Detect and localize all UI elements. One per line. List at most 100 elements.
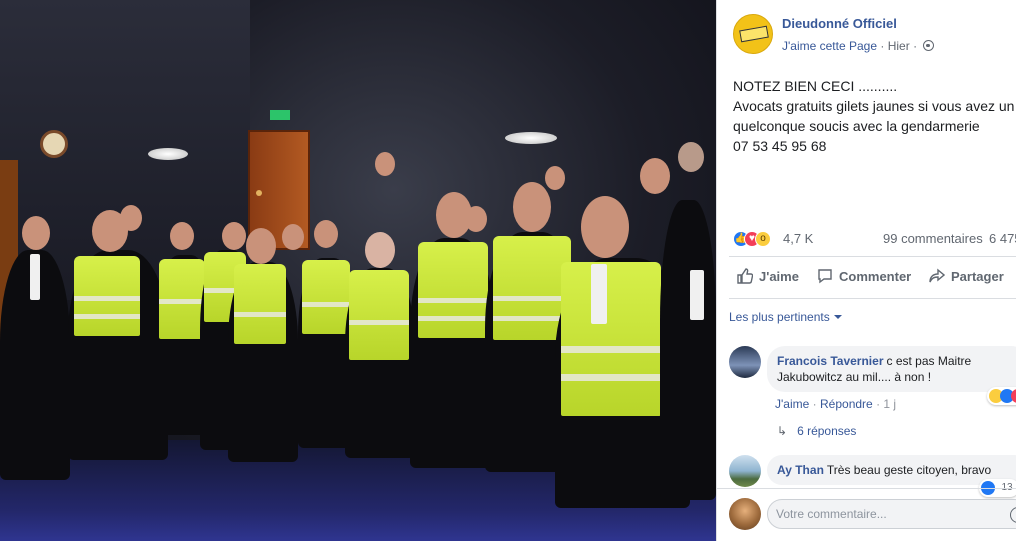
- emoji-icon[interactable]: [1010, 507, 1016, 523]
- photo-yellow-vest: [302, 260, 350, 334]
- photo-yellow-vest: [418, 242, 488, 338]
- page-avatar[interactable]: [733, 14, 773, 54]
- comment-bubble: Ay Than Très beau geste citoyen, bravo: [767, 455, 1016, 485]
- meta-separator: ·: [812, 397, 817, 411]
- comment-input-box[interactable]: [767, 499, 1016, 529]
- photo-lamp: [148, 148, 188, 160]
- photo-person: [410, 192, 495, 468]
- comment-icon: [818, 269, 832, 284]
- comment-input[interactable]: [776, 507, 956, 521]
- photo-vest-stripe: [74, 296, 140, 301]
- photo-person-head: [314, 220, 338, 248]
- reply-arrow-icon: ↳: [777, 424, 788, 438]
- photo-vest-stripe: [234, 312, 286, 317]
- current-user-avatar[interactable]: [729, 498, 761, 530]
- photo-exit-sign: [270, 110, 290, 120]
- post-message-line: quelconque soucis avec la gendarmerie: [733, 118, 980, 134]
- thumbs-up-icon: [737, 268, 753, 284]
- page-name-link[interactable]: Dieudonné Officiel: [782, 16, 897, 31]
- share-button[interactable]: Partager: [929, 268, 1004, 284]
- globe-icon[interactable]: [923, 40, 935, 51]
- post-side-panel: Dieudonné Officiel J'aime cette Page · H…: [716, 0, 1016, 541]
- photo-person: [660, 200, 716, 500]
- comment-avatar[interactable]: [729, 455, 761, 487]
- photo-person: [228, 228, 298, 462]
- photo-person-head: [581, 196, 629, 258]
- comment-bubble: Francois Tavernier c est pas Maitre Jakub…: [767, 346, 1016, 392]
- post-actions: J'aime Commenter Partager: [729, 262, 1016, 292]
- photo-yellow-vest: [74, 256, 140, 336]
- photo-vest-stripe: [561, 346, 661, 353]
- avatar-sticker: [739, 25, 769, 43]
- photo-lamp: [505, 132, 557, 144]
- comment-count[interactable]: 99 commentaires: [883, 231, 983, 246]
- photo-person: [68, 210, 168, 460]
- comment-avatar[interactable]: [729, 346, 761, 378]
- photo-person-head: [545, 166, 565, 190]
- comment-reactions[interactable]: [987, 387, 1016, 405]
- post-photo[interactable]: [0, 0, 716, 541]
- photo-door-knob: [256, 190, 262, 196]
- photo-person-head: [170, 222, 194, 250]
- comment-button-label: Commenter: [839, 269, 912, 284]
- comment-author-link[interactable]: Ay Than: [777, 463, 824, 477]
- comment-sort-label: Les plus pertinents: [729, 310, 830, 324]
- photo-person-head: [513, 182, 551, 232]
- comment-author-link[interactable]: Francois Tavernier: [777, 354, 884, 368]
- photo-person: [0, 216, 70, 480]
- view-replies-link[interactable]: ↳ 6 réponses: [777, 424, 856, 438]
- photo-person-head: [246, 228, 276, 264]
- meta-separator: ·: [880, 39, 885, 53]
- comment-reply-link[interactable]: Répondre: [820, 397, 873, 411]
- photo-person-head: [92, 210, 128, 252]
- photo-vest-stripe: [349, 320, 409, 325]
- share-count[interactable]: 6 475 p: [989, 231, 1016, 246]
- like-page-link[interactable]: J'aime cette Page: [782, 39, 877, 53]
- comment-item: Francois Tavernier c est pas Maitre Jakub…: [729, 346, 1016, 416]
- photo-person-head: [375, 152, 395, 176]
- photo-jabot: [591, 264, 607, 324]
- comment-timestamp[interactable]: 1 j: [883, 397, 896, 411]
- photo-vest-stripe: [418, 316, 488, 321]
- comment-text: Très beau geste citoyen, bravo: [826, 463, 992, 477]
- post-message-line: 07 53 45 95 68: [733, 138, 827, 154]
- divider: [717, 488, 1016, 489]
- divider: [729, 298, 1016, 299]
- comment-sort-dropdown[interactable]: Les plus pertinents: [729, 310, 842, 324]
- post-message-line: Avocats gratuits gilets jaunes si vous a…: [733, 98, 1015, 114]
- like-button[interactable]: J'aime: [737, 268, 799, 284]
- post-message-line: NOTEZ BIEN CECI ..........: [733, 78, 898, 94]
- divider: [729, 256, 1016, 257]
- photo-wall-clock: [40, 130, 68, 158]
- photo-vest-stripe: [561, 374, 661, 381]
- comment-composer: [729, 496, 1016, 532]
- post-message: NOTEZ BIEN CECI .......... Avocats gratu…: [733, 76, 1016, 156]
- photo-yellow-vest: [561, 262, 661, 416]
- wow-icon[interactable]: o: [755, 231, 771, 247]
- photo-person-head: [22, 216, 50, 250]
- photo-person: [345, 232, 415, 458]
- photo-yellow-vest: [159, 259, 205, 339]
- comment-meta: J'aime · Répondre · 1 j: [775, 397, 896, 411]
- photo-vest-stripe: [302, 302, 350, 307]
- post-timestamp[interactable]: Hier: [888, 39, 910, 53]
- comment-like-link[interactable]: J'aime: [775, 397, 809, 411]
- post-meta: J'aime cette Page · Hier ·: [782, 39, 935, 53]
- comment-button[interactable]: Commenter: [817, 268, 911, 284]
- photo-jabot: [690, 270, 704, 320]
- photo-yellow-vest: [349, 270, 409, 360]
- comment-item: Ay ThanTrès beau geste citoyen, bravo 13: [729, 455, 1016, 497]
- meta-separator: ·: [913, 39, 918, 53]
- photo-vest-stripe: [418, 298, 488, 303]
- like-button-label: J'aime: [759, 269, 799, 284]
- caret-down-icon: [833, 315, 842, 319]
- post-header: Dieudonné Officiel J'aime cette Page · H…: [733, 14, 1016, 60]
- photo-person-head: [640, 158, 670, 194]
- photo-jabot: [30, 254, 40, 300]
- photo-person-head: [222, 222, 246, 250]
- photo-person-head: [282, 224, 304, 250]
- share-icon: [929, 268, 945, 283]
- reaction-count[interactable]: 4,7 K: [783, 231, 813, 246]
- photo-vest-stripe: [493, 296, 571, 301]
- meta-separator: ·: [876, 397, 881, 411]
